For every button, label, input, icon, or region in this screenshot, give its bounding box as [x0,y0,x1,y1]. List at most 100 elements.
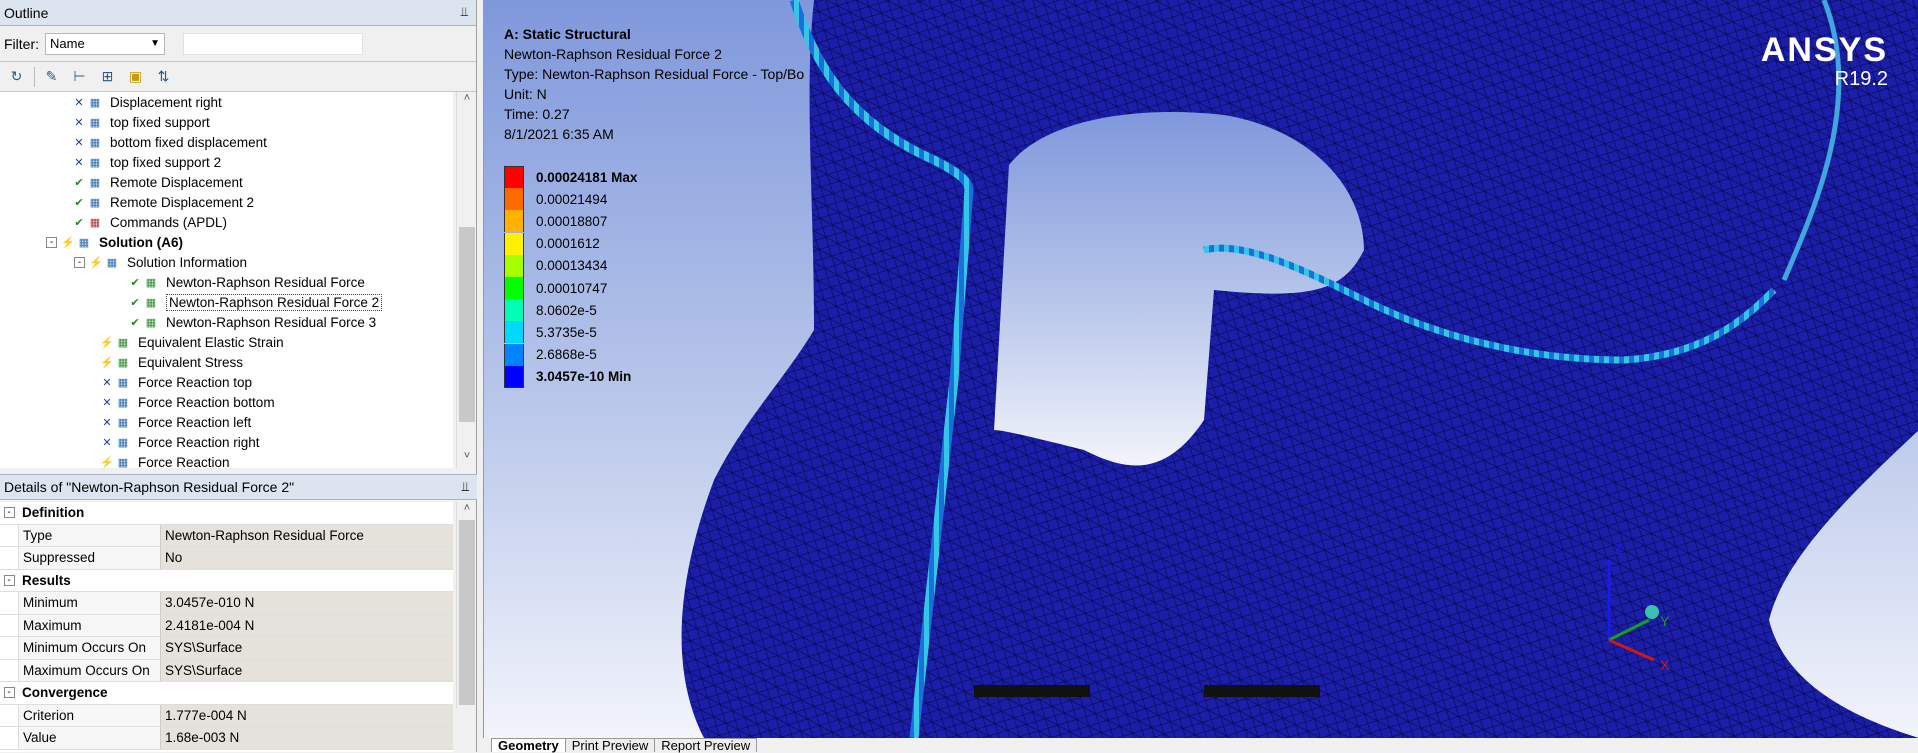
collapse-icon[interactable]: - [74,256,85,268]
tree-item-label: Force Reaction bottom [138,394,275,410]
tree-item[interactable]: ✔ ▦ Remote Displacement [0,172,453,192]
graphics-viewport[interactable]: Z Y X A: Static Structural Newton-Raphso… [483,0,1918,738]
filter-select[interactable]: Name ▼ [45,32,165,55]
tree-item[interactable]: ✕ ▦ bottom fixed displacement [0,132,453,152]
tree-item[interactable]: ✔ ▦ Newton-Raphson Residual Force 3 [0,312,453,332]
tree-item[interactable]: ⚡ ▦ Equivalent Stress [0,352,453,372]
result-unit: Unit: N [504,86,547,102]
result-name: Newton-Raphson Residual Force 2 [504,46,722,62]
tab-geometry[interactable]: Geometry [491,738,566,753]
collapse-branch-icon[interactable]: ⊢ [69,66,91,88]
status-check-icon: ✔ [130,296,140,309]
details-table: - Definition Type Newton-Raphson Residual F… [0,502,453,752]
section-label: Results [18,569,453,591]
details-section[interactable]: - Convergence [0,682,453,705]
version-label: R19.2 [1834,68,1888,90]
probe-icon: ▦ [117,396,129,409]
legend-label: 0.00018807 [536,213,608,229]
legend-entry: 0.0001612 [504,232,637,255]
details-section[interactable]: - Definition [0,502,453,525]
details-row[interactable]: Maximum 2.4181e-004 N [0,614,453,637]
tab-print-preview[interactable]: Print Preview [564,738,656,753]
tree-item[interactable]: ⚡ ▦ Equivalent Elastic Strain [0,332,453,352]
details-row[interactable]: Suppressed No [0,547,453,570]
collapse-icon[interactable]: - [0,682,18,704]
legend-swatch [504,166,524,189]
toolbar-separator [34,66,35,87]
status-x-icon: ✕ [102,436,112,449]
legend-swatch [504,277,524,300]
outline-scrollbar[interactable]: ˄ ˅ [456,92,476,468]
probe-icon: ▦ [117,416,129,429]
details-row[interactable]: Value 1.68e-003 N [0,727,453,750]
axis-y-label: Y [1660,613,1670,629]
property-value[interactable]: Newton-Raphson Residual Force [161,524,453,546]
tree-item[interactable]: ✕ ▦ top fixed support [0,112,453,132]
property-value[interactable]: 1.68e-003 N [161,727,453,749]
tab-report-preview[interactable]: Report Preview [654,738,758,753]
property-value[interactable]: 1.777e-004 N [161,704,453,726]
result-icon: ▦ [145,296,157,309]
outline-title: Outline [4,4,49,21]
details-row[interactable]: Minimum Occurs On SYS\Surface [0,637,453,660]
property-name: Minimum [18,592,161,614]
brand-name: ANSYS [1760,31,1888,69]
collapse-icon[interactable]: - [46,236,57,248]
status-x-icon: ✕ [74,136,84,149]
status-bolt-icon: ⚡ [100,336,114,349]
details-section[interactable]: - Results [0,569,453,592]
scroll-up-icon[interactable]: ˄ [457,92,477,110]
tree-item[interactable]: ✕ ▦ top fixed support 2 [0,152,453,172]
property-value[interactable]: 3.0457e-010 N [161,592,453,614]
legend-swatch [504,232,524,255]
pin-icon[interactable]: ⫫ [462,479,469,495]
details-row[interactable]: Maximum Occurs On SYS\Surface [0,659,453,682]
tree-item[interactable]: ✔ ▦ Newton-Raphson Residual Force 2 [0,292,453,312]
eraser-icon[interactable]: ✎ [41,66,63,88]
tree-item[interactable]: ✕ ▦ Force Reaction right [0,432,453,452]
folder-icon[interactable]: ▣ [125,66,147,88]
sort-icon[interactable]: ⇅ [153,66,175,88]
status-x-icon: ✕ [102,396,112,409]
result-time: Time: 0.27 [504,106,570,122]
result-icon: ▦ [117,336,129,349]
scroll-thumb[interactable] [459,227,475,422]
tree-item[interactable]: ✕ ▦ Force Reaction bottom [0,392,453,412]
collapse-icon[interactable]: - [0,502,18,524]
details-row[interactable]: Criterion 1.777e-004 N [0,704,453,727]
tree-item[interactable]: ✕ ▦ Force Reaction top [0,372,453,392]
scroll-down-icon[interactable]: ˅ [457,450,477,468]
tree-item[interactable]: ⚡ ▦ Force Reaction [0,452,453,469]
property-name: Value [18,727,161,749]
pin-icon[interactable]: ⫫ [461,4,468,20]
outline-header: Outline ⫫ [0,0,476,26]
tree-item-label: Newton-Raphson Residual Force 3 [166,314,377,330]
status-x-icon: ✕ [74,96,84,109]
property-value[interactable]: SYS\Surface [161,659,453,681]
details-scrollbar[interactable]: ˄ [456,502,476,708]
result-icon: ▦ [145,316,157,329]
property-value[interactable]: SYS\Surface [161,637,453,659]
tree-item[interactable]: ✔ ▦ Commands (APDL) [0,212,453,232]
tree-item[interactable]: ✕ ▦ Displacement right [0,92,453,112]
details-row[interactable]: Type Newton-Raphson Residual Force [0,524,453,547]
expand-all-icon[interactable]: ⊞ [97,66,119,88]
tree-item[interactable]: ✔ ▦ Newton-Raphson Residual Force [0,272,453,292]
solution-icon: ▦ [78,236,90,249]
tree-item[interactable]: - ⚡ ▦ Solution (A6) [0,232,453,252]
legend-swatch [504,343,524,366]
property-value[interactable]: 2.4181e-004 N [161,614,453,636]
tree-item[interactable]: ✔ ▦ Remote Displacement 2 [0,192,453,212]
tree-item-label: Force Reaction left [138,414,252,430]
details-row[interactable]: Minimum 3.0457e-010 N [0,592,453,615]
property-name: Suppressed [18,547,161,569]
refresh-icon[interactable]: ↻ [6,66,28,88]
filter-input[interactable] [183,32,363,55]
scroll-up-icon[interactable]: ˄ [457,502,477,520]
scroll-thumb[interactable] [459,520,475,705]
property-value[interactable]: No [161,547,453,569]
tree-item[interactable]: ✕ ▦ Force Reaction left [0,412,453,432]
collapse-icon[interactable]: - [0,569,18,591]
tree-item[interactable]: - ⚡ ▦ Solution Information [0,252,453,272]
color-legend[interactable]: 0.00024181 Max 0.00021494 0.00018807 0.0001… [504,166,637,388]
